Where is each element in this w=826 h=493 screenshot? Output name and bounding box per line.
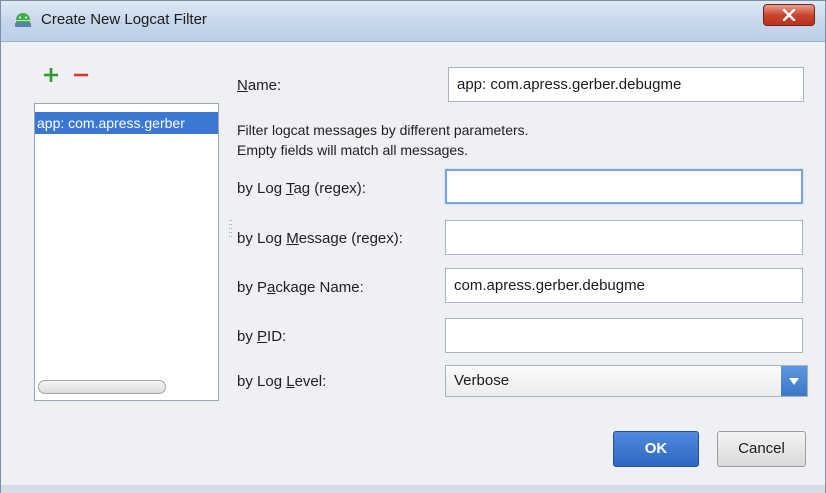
log-message-label-pre: by Log [237,230,287,247]
title-bar[interactable]: Create New Logcat Filter [1,1,825,42]
name-field[interactable]: app: com.apress.gerber.debugme [448,67,804,102]
cancel-button[interactable]: Cancel [717,431,806,467]
name-label-mnemonic: N [237,77,248,94]
plus-icon[interactable] [42,66,60,84]
dialog-window: Create New Logcat Filter app: com.apress… [0,0,826,493]
pid-label-post: ID: [267,328,287,345]
description-line-1: Filter logcat messages by different para… [237,122,529,138]
close-button[interactable] [763,4,815,26]
log-level-label-pre: by Log [237,373,287,390]
filter-list-item[interactable]: app: com.apress.gerber [35,112,218,134]
ok-button[interactable]: OK [613,431,699,467]
log-tag-label: by Log Tag (regex): [237,180,366,197]
log-level-label-post: evel: [294,373,327,390]
pid-label: by PID: [237,328,286,345]
splitter-grip-icon[interactable] [229,219,233,239]
window-title: Create New Logcat Filter [41,11,207,28]
horizontal-scrollbar[interactable] [38,380,166,394]
log-level-label: by Log Level: [237,373,326,390]
dropdown-button[interactable] [781,366,807,396]
android-icon [15,13,31,27]
log-message-label-post: essage (regex): [298,230,403,247]
close-x-icon [782,9,796,21]
name-label: Name: [237,77,281,94]
log-message-label: by Log Message (regex): [237,230,403,247]
package-name-field[interactable]: com.apress.gerber.debugme [445,268,803,303]
pid-label-mnemonic: P [257,328,268,345]
log-message-label-mnemonic: M [286,230,299,247]
log-level-label-mnemonic: L [286,373,295,390]
window-bottom-edge [1,485,825,493]
package-name-label: by Package Name: [237,279,364,296]
pid-field[interactable] [445,318,803,353]
log-level-value: Verbose [454,372,510,389]
filter-list[interactable]: app: com.apress.gerber [34,103,219,401]
dialog-content: app: com.apress.gerber Name: app: com.ap… [15,47,811,482]
log-tag-label-pre: by Log [237,180,286,197]
filter-description: Filter logcat messages by different para… [237,120,529,160]
description-line-2: Empty fields will match all messages. [237,142,469,158]
chevron-down-icon [789,378,799,385]
minus-icon[interactable] [72,66,90,84]
package-label-post: ckage Name: [275,279,364,296]
pid-label-pre: by [237,328,258,345]
log-tag-field[interactable] [445,169,803,204]
log-message-field[interactable] [445,220,803,255]
name-label-text: ame: [247,77,282,94]
log-tag-label-post: ag (regex): [293,180,366,197]
package-label-pre: by P [237,279,268,296]
log-level-select[interactable]: Verbose [445,365,808,397]
